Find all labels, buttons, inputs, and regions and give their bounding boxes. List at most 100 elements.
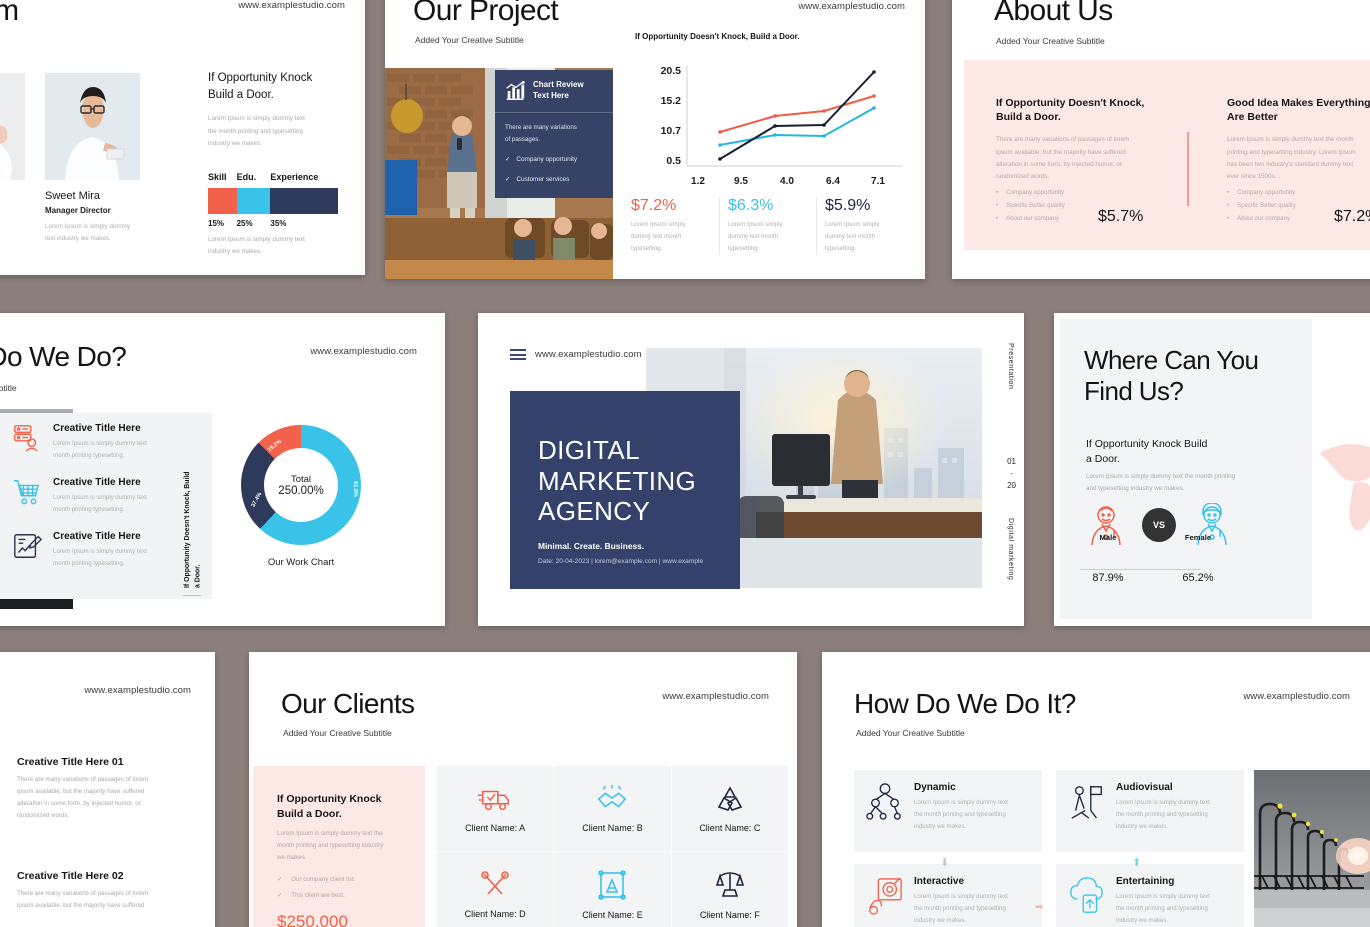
svg-text:9.5: 9.5 — [734, 176, 748, 187]
client-cell[interactable]: Client Name: A — [437, 766, 555, 852]
gender-value: 65.2% — [1182, 572, 1214, 584]
cover-title-box: DIGITAL MARKETING AGENCY Minimal. Create… — [510, 391, 740, 589]
overlay-text: There are many variations of passages. — [505, 124, 577, 143]
bullet-label: Specific Better quality — [1237, 202, 1296, 210]
overlay-check-item: ✓ Company opportunity — [505, 154, 603, 166]
donut-slice-label: 61.9% — [352, 481, 358, 497]
vertical-label-rule — [183, 595, 201, 596]
about-bullet: • About our company — [996, 215, 1176, 222]
slide-our-team[interactable]: eam www.examplestudio.com otticelli — [0, 0, 365, 275]
client-name: Client Name: D — [464, 908, 526, 919]
skill-label: Skill — [208, 172, 227, 183]
client-cell[interactable]: Client Name: F — [671, 852, 789, 927]
slide-title-where: Where Can You Find Us? — [1084, 345, 1259, 406]
cover-topbar: www.examplestudio.com — [510, 349, 642, 360]
overlay-header: Chart Review Text Here — [495, 70, 613, 113]
about-bullet: • Company opportunity — [1227, 189, 1370, 196]
skill-label: Experience — [270, 172, 319, 183]
card-heading: If Opportunity Knock Build a Door. — [277, 793, 382, 821]
feature-panel: Creative Title Here Lorem Ipsum is simpl… — [0, 413, 212, 599]
about-column: Good Idea Makes Everything Are Better Lo… — [1227, 96, 1370, 222]
stat-item: $7.2% Lorem Ipsum simply dummy text mont… — [631, 197, 719, 255]
client-cell[interactable]: Client Name: D — [437, 852, 555, 927]
gender-label: Male — [1099, 533, 1117, 542]
client-cell[interactable]: Client Name: E — [554, 852, 672, 927]
slide-title-about: About Us — [994, 0, 1113, 27]
skill-values: 15% 25% 35% — [208, 219, 338, 228]
how-text: Audiovisual Lorem Ipsum is simply dummy … — [1116, 782, 1210, 852]
slide-deck-preview: eam www.examplestudio.com otticelli — [0, 0, 1370, 927]
client-name: Client Name: C — [699, 822, 761, 833]
site-url-clients: www.examplestudio.com — [662, 691, 769, 702]
team-member-card[interactable]: otticelli y Founder m is simply dummy ry… — [0, 73, 25, 245]
client-cell[interactable]: Client Name: C — [671, 766, 789, 852]
how-card[interactable]: Interactive Lorem Ipsum is simply dummy … — [854, 864, 1042, 927]
block-desc: There are many variations of passages of… — [17, 776, 149, 820]
world-map-graphic — [1320, 444, 1370, 531]
client-cell[interactable]: Client Name: B — [554, 766, 672, 852]
about-column: If Opportunity Doesn't Knock, Build a Do… — [996, 96, 1176, 222]
svg-text:20.5: 20.5 — [661, 65, 682, 77]
donut-caption: Our Work Chart — [267, 557, 335, 568]
about-bullet: • Specific Better quality — [996, 202, 1176, 209]
bullet-dot: • — [1227, 189, 1230, 197]
stat-value: $6.3% — [728, 197, 774, 214]
team-member-card[interactable]: Sweet Mira Manager Director Lorem Ipsum … — [45, 73, 140, 245]
server-user-icon — [14, 425, 38, 452]
how-title: Entertaining — [1116, 876, 1175, 887]
slide-about-us[interactable]: About Us Added Your Creative Subtitle If… — [952, 0, 1370, 279]
client-name: Client Name: E — [582, 909, 643, 920]
how-title: Dynamic — [914, 782, 956, 793]
stat-row: $7.2% Lorem Ipsum simply dummy text mont… — [631, 197, 913, 255]
skill-value: 25% — [236, 219, 253, 229]
how-card[interactable]: Audiovisual Lorem Ipsum is simply dummy … — [1056, 770, 1244, 852]
feature-text: Creative Title Here Lorem Ipsum is simpl… — [53, 531, 147, 569]
slide-creative-titles[interactable]: www.examplestudio.com Creative Title Her… — [0, 652, 215, 927]
feature-text: Creative Title Here Lorem Ipsum is simpl… — [53, 477, 147, 515]
clients-highlight-card: If Opportunity Knock Build a Door. Lorem… — [253, 766, 425, 927]
how-text: Interactive Lorem Ipsum is simply dummy … — [914, 876, 1008, 927]
slide-what-do-we-do[interactable]: t Do We Do? ive Subtitle www.examplestud… — [0, 313, 445, 626]
feature-title: Creative Title Here — [53, 477, 141, 489]
team-body: Lorem Ipsum is simply dummy text the mon… — [208, 115, 305, 147]
gender-label: Female — [1184, 533, 1212, 542]
svg-text:6.4: 6.4 — [826, 176, 840, 187]
feature-item[interactable]: Creative Title Here Lorem Ipsum is simpl… — [0, 515, 212, 569]
how-card[interactable]: Entertaining Lorem Ipsum is simply dummy… — [1056, 864, 1244, 927]
where-body: Lorem Ipsum is simply dummy text the mon… — [1086, 473, 1236, 493]
overlay-check-item: ✓ Customer services — [505, 174, 603, 186]
bullet-dot: • — [996, 189, 999, 197]
slide-where-can-you-find-us[interactable]: Where Can You Find Us? If Opportunity Kn… — [1054, 313, 1370, 626]
slide-title-team: eam — [0, 0, 19, 27]
feature-desc: Lorem Ipsum is simply dummy text month p… — [53, 494, 147, 513]
card-amount: $250.000 — [277, 912, 348, 927]
bullet-dot: • — [1227, 202, 1230, 210]
bullet-dot: • — [996, 215, 999, 223]
check-icon: ✓ — [505, 155, 511, 163]
slide-our-project[interactable]: Our Project Added Your Creative Subtitle… — [385, 0, 925, 279]
slide-cover-digital-marketing[interactable]: www.examplestudio.com DIGITAL MARKETING … — [478, 313, 1024, 626]
slide-subtitle-clients: Added Your Creative Subtitle — [283, 728, 392, 738]
check-label: This client are best. — [291, 892, 345, 899]
slide-our-clients[interactable]: Our Clients Added Your Creative Subtitle… — [249, 652, 797, 927]
vs-label: VS — [1152, 520, 1165, 530]
arrow-right-icon: ➡ — [1035, 902, 1044, 913]
bullet-label: Company opportunity — [1006, 189, 1065, 197]
flag-person-icon — [1071, 785, 1102, 819]
card-check-item: ✓ This client are best. — [277, 892, 345, 899]
menu-icon[interactable] — [510, 349, 526, 360]
about-body: There are many variations of passages of… — [996, 136, 1130, 181]
svg-text:1.2: 1.2 — [691, 176, 705, 187]
scales-icon — [715, 871, 744, 897]
slide-how-do-we-do-it[interactable]: How Do We Do It? Added Your Creative Sub… — [822, 652, 1370, 927]
block-title: Creative Title Here 01 — [17, 756, 124, 768]
slide-title-clients: Our Clients — [281, 688, 415, 719]
how-text: Dynamic Lorem Ipsum is simply dummy text… — [914, 782, 1008, 852]
feature-item[interactable]: Creative Title Here Lorem Ipsum is simpl… — [0, 461, 212, 515]
about-percent: $7.2% — [1334, 208, 1370, 225]
client-name: Client Name: B — [582, 822, 643, 833]
feature-item[interactable]: Creative Title Here Lorem Ipsum is simpl… — [0, 413, 212, 461]
stat-value: $7.2% — [631, 197, 677, 214]
donut-center: Total 250.00% — [264, 448, 338, 522]
how-card[interactable]: Dynamic Lorem Ipsum is simply dummy text… — [854, 770, 1042, 852]
